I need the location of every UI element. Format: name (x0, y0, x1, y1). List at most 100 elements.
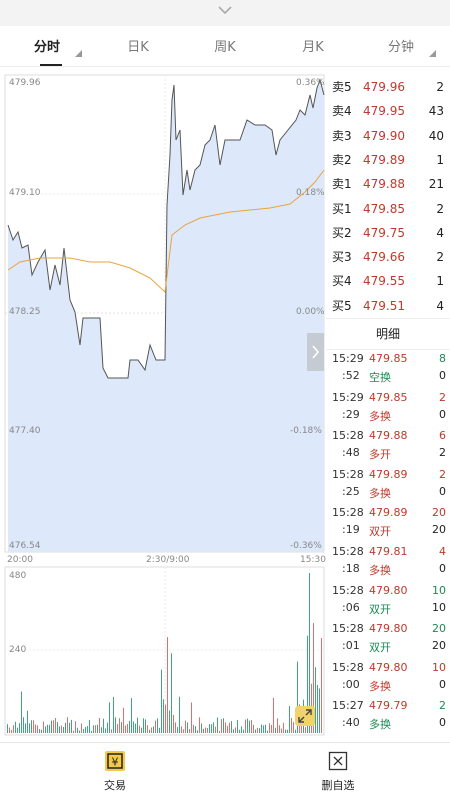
volume-bar (15, 721, 16, 733)
volume-bar (231, 721, 232, 733)
trade-row[interactable]: 15:28:18 479.81 多换 4 0 (326, 543, 450, 581)
tab-minute[interactable]: 分钟 (376, 30, 436, 66)
volume-bar (145, 719, 146, 733)
volume-bar (81, 723, 82, 733)
trade-row[interactable]: 15:28:00 479.80 多换 10 0 (326, 659, 450, 697)
order-book-row[interactable]: 卖3 479.90 40 (326, 124, 450, 148)
volume-bar (245, 719, 246, 733)
volume-bar (87, 726, 88, 733)
order-book-row[interactable]: 买1 479.85 2 (326, 197, 450, 221)
volume-bar (101, 727, 102, 733)
trade-volume: 2 (439, 390, 446, 404)
order-book-row[interactable]: 卖5 479.96 2 (326, 75, 450, 99)
trade-row[interactable]: 15:29:29 479.85 多换 2 0 (326, 389, 450, 427)
volume-bar (41, 729, 42, 733)
volume-bar (65, 722, 66, 733)
volume-bar (63, 726, 64, 733)
volume-bar (129, 720, 130, 733)
volume-bar (289, 706, 290, 733)
order-book-row[interactable]: 卖2 479.89 1 (326, 148, 450, 172)
order-book-row[interactable]: 买2 479.75 4 (326, 221, 450, 245)
trade-price: 479.80 (369, 583, 408, 597)
volume-bar (133, 721, 134, 733)
volume-bar (235, 727, 236, 733)
bottom-bar: ¥ 交易 删自选 (0, 742, 450, 801)
remove-watchlist-button[interactable]: 删自选 (288, 743, 388, 801)
trade-row[interactable]: 15:28:48 479.88 多开 6 2 (326, 427, 450, 465)
intraday-chart[interactable] (0, 0, 326, 740)
trade-button[interactable]: ¥ 交易 (65, 743, 165, 801)
trade-row[interactable]: 15:28:25 479.89 多换 2 0 (326, 466, 450, 504)
order-volume: 4 (436, 298, 444, 313)
volume-bar (157, 718, 158, 733)
volume-bar (277, 718, 278, 733)
volume-bar (11, 729, 12, 733)
volume-bar (95, 725, 96, 733)
panel-toggle-handle[interactable] (307, 333, 324, 371)
order-book-row[interactable]: 卖4 479.95 43 (326, 99, 450, 123)
trade-seconds: :48 (342, 446, 360, 460)
order-book-row[interactable]: 买5 479.51 4 (326, 294, 450, 318)
volume-bar (21, 691, 22, 733)
trade-volume: 2 (439, 699, 446, 713)
trade-volume: 8 (439, 352, 446, 365)
order-volume: 1 (436, 274, 444, 289)
volume-bar (143, 718, 144, 733)
trade-type: 双开 (369, 525, 391, 539)
trade-volume: 2 (439, 467, 446, 481)
volume-bar (67, 717, 68, 733)
volume-bar (263, 725, 264, 733)
volume-bar (199, 717, 200, 733)
order-level-label: 买5 (332, 298, 352, 313)
order-book-row[interactable]: 买4 479.55 1 (326, 269, 450, 293)
volume-bar (45, 726, 46, 733)
trade-icon: ¥ (105, 751, 125, 771)
order-volume: 4 (436, 225, 444, 240)
volume-bar (89, 719, 90, 733)
trade-open-interest: 0 (439, 716, 446, 730)
volume-bar (267, 730, 268, 733)
trade-row[interactable]: 15:28:06 479.80 双开 10 10 (326, 582, 450, 620)
trade-open-interest: 0 (439, 369, 446, 382)
trade-row[interactable]: 15:27:40 479.79 多换 2 0 (326, 697, 450, 735)
volume-bar (211, 724, 212, 733)
volume-bar (111, 729, 112, 733)
trade-seconds: :01 (342, 639, 360, 653)
order-book-row[interactable]: 卖1 479.88 21 (326, 172, 450, 196)
trade-time: 15:28 (332, 506, 364, 520)
trade-seconds: :29 (342, 407, 360, 421)
volume-bar (285, 729, 286, 733)
volume-bar (153, 726, 154, 733)
volume-bar (47, 724, 48, 733)
trade-row[interactable]: 15:28:01 479.80 双开 20 20 (326, 620, 450, 658)
volume-bar (275, 727, 276, 733)
price-axis-label: 479.10 (9, 188, 41, 198)
volume-axis-label: 240 (9, 645, 27, 655)
trade-open-interest: 0 (439, 407, 446, 421)
volume-bar (59, 726, 60, 733)
volume-bar (53, 720, 54, 733)
volume-bar (187, 722, 188, 733)
volume-bar (257, 727, 258, 733)
order-level-label: 买3 (332, 250, 352, 265)
volume-axis-label: 480 (9, 571, 27, 581)
trade-row[interactable]: 15:29:52 479.85 空换 8 0 (326, 350, 450, 388)
expand-icon[interactable] (295, 706, 315, 726)
volume-bar (213, 722, 214, 733)
volume-bar (25, 723, 26, 733)
trade-volume: 4 (439, 545, 446, 558)
order-level-label: 卖1 (332, 177, 352, 192)
volume-bar (201, 723, 202, 733)
volume-bar (243, 729, 244, 733)
price-axis-label: 477.40 (9, 426, 41, 436)
order-price: 479.85 (363, 201, 405, 216)
volume-bar (117, 724, 118, 733)
volume-bar (161, 669, 162, 733)
volume-bar (169, 710, 170, 733)
order-book-row[interactable]: 买3 479.66 2 (326, 245, 450, 269)
trade-price: 479.85 (369, 390, 408, 404)
order-price: 479.90 (363, 128, 405, 143)
trade-seconds: :18 (342, 562, 360, 575)
volume-bar (217, 717, 218, 733)
trade-row[interactable]: 15:28:19 479.89 双开 20 20 (326, 504, 450, 542)
